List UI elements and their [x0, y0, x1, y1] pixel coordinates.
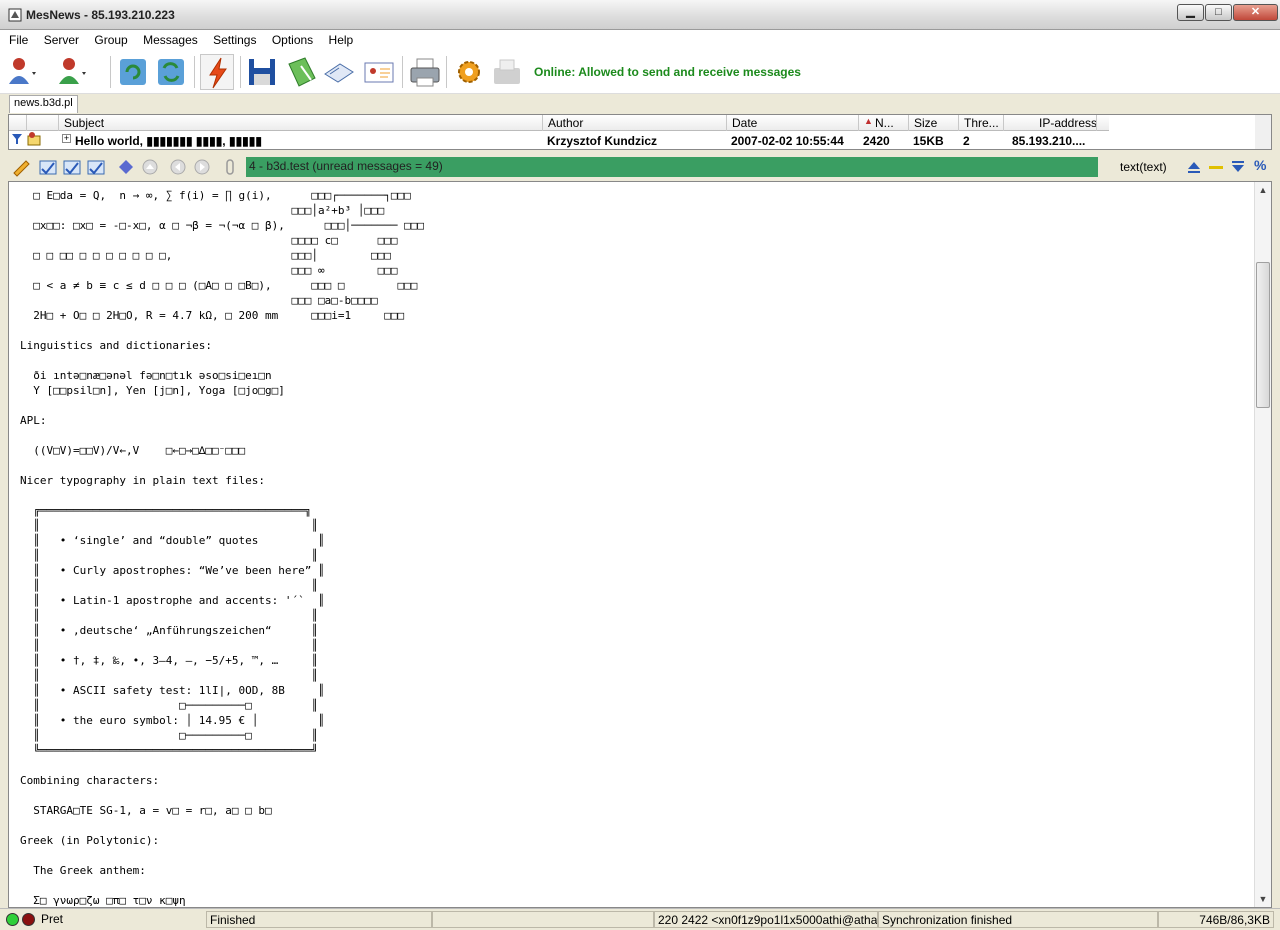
status-bar: Pret Finished 220 2422 <xn0f1z9po1l1x500…: [0, 908, 1280, 930]
online-led-icon: [6, 913, 19, 926]
attachment-icon[interactable]: [220, 157, 240, 177]
mark-all-read-icon[interactable]: [86, 157, 106, 177]
menu-options[interactable]: Options: [263, 30, 316, 47]
fax-icon[interactable]: [490, 54, 524, 90]
menu-help[interactable]: Help: [320, 30, 357, 47]
status-ready: Pret: [38, 911, 206, 928]
row-ip: 85.193.210....: [1012, 134, 1086, 148]
address-card-icon[interactable]: [362, 54, 396, 90]
mark-read-icon[interactable]: [38, 157, 58, 177]
expand-thread-icon[interactable]: +: [62, 134, 71, 143]
maximize-button[interactable]: □: [1205, 4, 1232, 21]
row-subject: Hello world, ▮▮▮▮▮▮▮ ▮▮▮▮, ▮▮▮▮▮: [75, 134, 262, 148]
title-bar: MesNews - 85.193.210.223 ▁ □ ✕: [0, 0, 1280, 30]
mark-thread-read-icon[interactable]: [62, 157, 82, 177]
window-title: MesNews - 85.193.210.223: [26, 8, 175, 22]
menu-settings[interactable]: Settings: [204, 30, 259, 47]
table-row[interactable]: + Hello world, ▮▮▮▮▮▮▮ ▮▮▮▮, ▮▮▮▮▮ Krzys…: [9, 131, 1259, 149]
scroll-thumb[interactable]: [1256, 262, 1270, 408]
group-tabs: news.b3d.pl: [0, 94, 1280, 114]
scroll-up-arrow[interactable]: ▲: [1258, 185, 1268, 195]
text-down-icon[interactable]: [1228, 157, 1248, 177]
col-icons[interactable]: [27, 115, 59, 131]
flash-icon[interactable]: [200, 54, 234, 90]
forward-circle-icon[interactable]: [192, 157, 212, 177]
text-up-icon[interactable]: [1184, 157, 1204, 177]
status-state: Finished: [206, 911, 432, 928]
message-list-scrollbar[interactable]: [1255, 115, 1271, 149]
col-flag[interactable]: [9, 115, 27, 131]
menu-file[interactable]: File: [0, 30, 31, 47]
message-list: Subject Author Date N... Size Thre... IP…: [8, 114, 1272, 150]
status-size: 746B/86,3KB: [1158, 911, 1274, 928]
format-label[interactable]: text(text): [1120, 160, 1167, 174]
status-empty: [432, 911, 654, 928]
refresh-icon[interactable]: [116, 54, 150, 90]
up-circle-icon[interactable]: [140, 157, 160, 177]
article-text: □ E□da = Q, n → ∞, ∑ f(i) = ∏ g(i), □□□┌…: [20, 189, 424, 907]
col-ip-address[interactable]: IP-address: [1004, 115, 1097, 131]
print-icon[interactable]: [408, 54, 442, 90]
group-progress-bar: 4 - b3d.test (unread messages = 49): [246, 157, 1098, 177]
minimize-button[interactable]: ▁: [1177, 4, 1204, 21]
scroll-down-arrow[interactable]: ▼: [1258, 894, 1268, 904]
download-user-icon[interactable]: [56, 54, 90, 90]
connect-user-icon[interactable]: [6, 54, 40, 90]
col-date[interactable]: Date: [727, 115, 859, 131]
compose-icon[interactable]: [12, 157, 32, 177]
status-sync: Synchronization finished: [878, 911, 1158, 928]
article-body: □ E□da = Q, n → ∞, ∑ f(i) = ∏ g(i), □□□┌…: [8, 181, 1272, 908]
menu-server[interactable]: Server: [35, 30, 82, 47]
row-thread: 2: [963, 134, 970, 148]
text-minus-icon[interactable]: [1206, 157, 1226, 177]
article-scrollbar[interactable]: ▲ ▼: [1254, 182, 1271, 907]
row-size: 15KB: [913, 134, 944, 148]
main-toolbar: Online: Allowed to send and receive mess…: [0, 50, 1280, 94]
offline-led-icon: [22, 913, 35, 926]
back-circle-icon[interactable]: [168, 157, 188, 177]
row-author: Krzysztof Kundzicz: [547, 134, 658, 148]
close-button[interactable]: ✕: [1233, 4, 1278, 21]
message-read-icon: [26, 131, 42, 149]
menu-bar: File Server Group Messages Settings Opti…: [0, 30, 1280, 50]
edit-icon[interactable]: [285, 54, 319, 90]
col-author[interactable]: Author: [543, 115, 727, 131]
filter-icon: [12, 133, 22, 148]
row-date: 2007-02-02 10:55:44: [731, 134, 844, 148]
menu-group[interactable]: Group: [85, 30, 130, 47]
col-thread[interactable]: Thre...: [959, 115, 1004, 131]
book-icon[interactable]: [322, 54, 356, 90]
message-list-header: Subject Author Date N... Size Thre... IP…: [9, 115, 1109, 131]
article-toolbar: 4 - b3d.test (unread messages = 49) text…: [0, 153, 1280, 181]
menu-messages[interactable]: Messages: [134, 30, 201, 47]
sync-icon[interactable]: [154, 54, 188, 90]
status-message-id: 220 2422 <xn0f1z9po1l1x5000athi@athantor…: [654, 911, 878, 928]
online-status: Online: Allowed to send and receive mess…: [534, 65, 801, 79]
percent-icon[interactable]: %: [1254, 157, 1274, 177]
row-number: 2420: [863, 134, 890, 148]
settings-gear-icon[interactable]: [452, 54, 486, 90]
col-size[interactable]: Size: [909, 115, 959, 131]
col-subject[interactable]: Subject: [59, 115, 543, 131]
sort-icon: ▲: [864, 116, 873, 126]
group-tab[interactable]: news.b3d.pl: [9, 95, 78, 113]
app-icon: [8, 8, 22, 22]
save-icon[interactable]: [245, 54, 279, 90]
tag-icon[interactable]: [116, 157, 136, 177]
